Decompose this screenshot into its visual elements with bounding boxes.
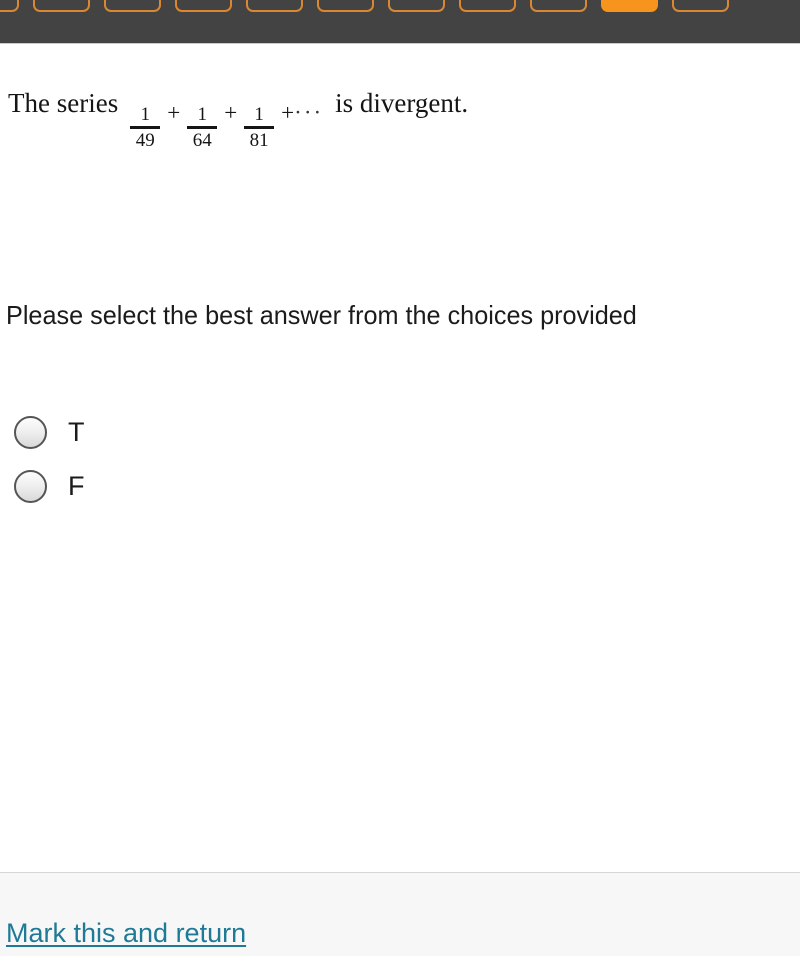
radio-button-true[interactable] [14, 415, 47, 449]
question-lead-text: The series [8, 88, 119, 118]
tab-item-10-selected[interactable] [601, 0, 658, 12]
fraction-1-bar [130, 126, 161, 129]
fraction-3-denominator: 81 [249, 130, 269, 151]
tab-item-4[interactable] [175, 0, 232, 12]
answer-choices: T F [0, 413, 400, 521]
choice-label-false: F [68, 470, 85, 501]
tab-item-9[interactable] [530, 0, 587, 12]
tab-item-6[interactable] [317, 0, 374, 12]
fraction-1: 1 49 [130, 104, 161, 151]
choice-row-true[interactable]: T [0, 413, 400, 451]
tab-item-5[interactable] [246, 0, 303, 12]
tab-item-7[interactable] [388, 0, 445, 12]
fraction-2: 1 64 [187, 104, 218, 151]
choice-label-true: T [68, 416, 85, 447]
plus-operator-3: + [281, 100, 295, 125]
question-tail-text: is divergent. [335, 88, 469, 118]
instruction-text: Please select the best answer from the c… [6, 300, 637, 330]
fraction-1-denominator: 49 [135, 130, 155, 151]
fraction-2-numerator: 1 [197, 104, 207, 125]
radio-button-false[interactable] [14, 469, 47, 503]
ellipsis: ··· [294, 100, 324, 125]
fraction-2-denominator: 64 [192, 130, 212, 151]
tab-item-11[interactable] [672, 0, 729, 12]
fraction-3-numerator: 1 [254, 104, 264, 125]
tab-item-8[interactable] [459, 0, 516, 12]
fraction-1-numerator: 1 [140, 104, 150, 125]
tab-item-1[interactable] [0, 0, 19, 12]
plus-operator-1: + [167, 100, 181, 125]
tab-item-2[interactable] [33, 0, 90, 12]
fraction-3: 1 81 [244, 104, 275, 151]
top-tab-bar [0, 0, 800, 44]
fraction-3-bar [244, 126, 275, 129]
fraction-2-bar [187, 126, 218, 129]
tab-item-3[interactable] [104, 0, 161, 12]
plus-operator-2: + [224, 100, 238, 125]
tab-strip [0, 0, 729, 12]
choice-row-false[interactable]: F [0, 467, 400, 505]
footer-bar: Mark this and return [0, 872, 800, 956]
mark-this-and-return-link[interactable]: Mark this and return [6, 918, 246, 949]
question-statement: The series 1 49 + 1 64 + 1 81 + ··· is d… [8, 88, 469, 150]
